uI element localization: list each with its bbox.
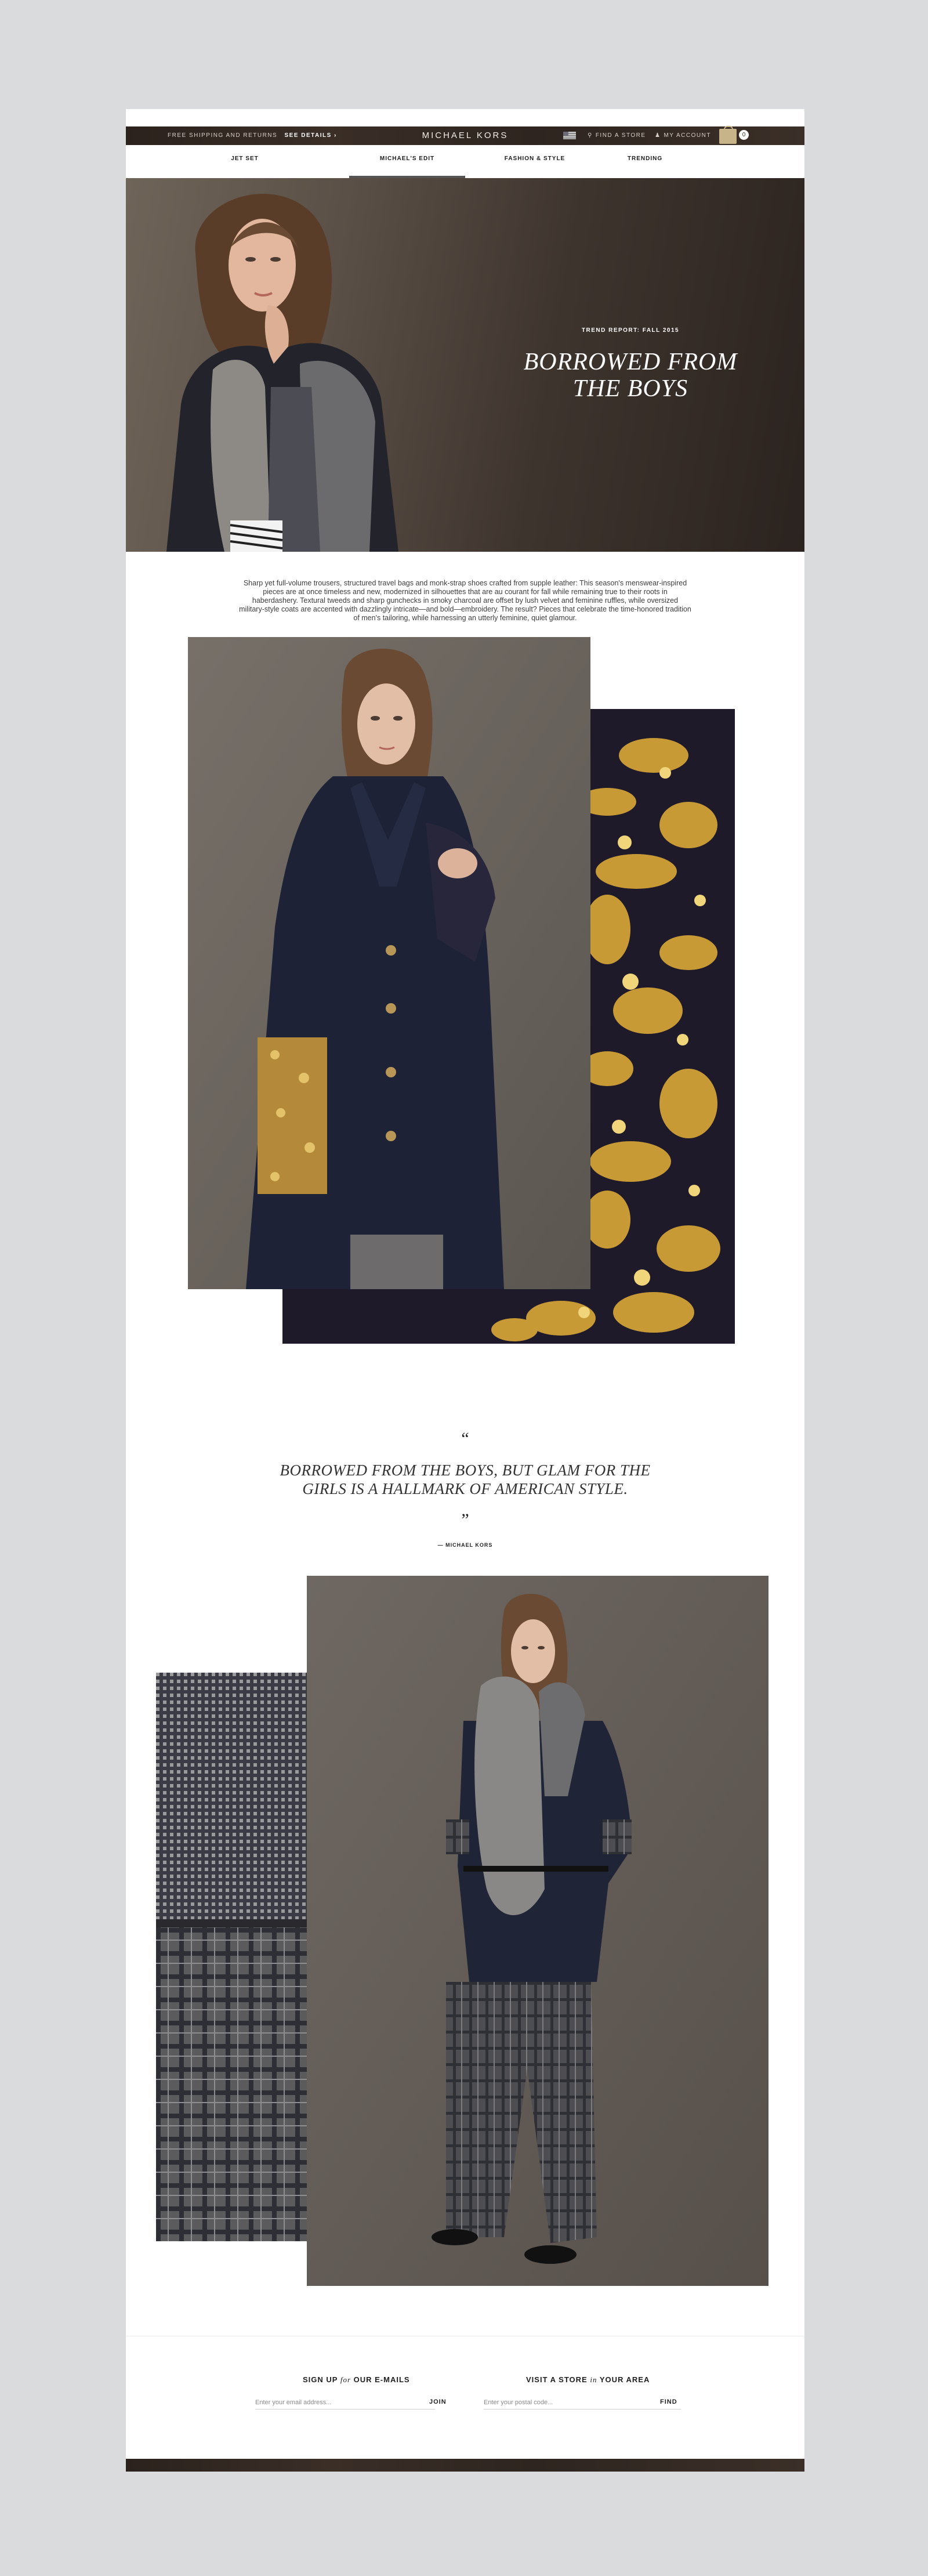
find-store-label: FIND A STORE	[595, 132, 646, 139]
plaid-suit-model-image	[307, 1576, 768, 2286]
signup-heading-part-1: SIGN UP	[303, 2375, 338, 2384]
tab-trending[interactable]: TRENDING	[601, 155, 688, 178]
pull-quote-line-1: BORROWED FROM THE BOYS, BUT GLAM FOR THE	[280, 1461, 651, 1479]
find-button[interactable]: FIND	[660, 2398, 677, 2405]
postal-code-field[interactable]	[484, 2396, 681, 2409]
signup-heading-part-2: OUR E-MAILS	[353, 2375, 410, 2384]
email-field-wrapper	[255, 2396, 435, 2409]
visit-store-heading-in: in	[590, 2375, 597, 2384]
find-store-link[interactable]: ⚲ FIND A STORE	[588, 132, 646, 139]
shopping-bag-icon[interactable]	[719, 126, 737, 144]
postal-field-wrapper	[484, 2396, 681, 2409]
hero-model-image	[166, 194, 398, 552]
quote-close-mark: ”	[461, 1510, 469, 1529]
military-coat-model-image	[188, 637, 590, 1289]
tab-fashion-style[interactable]: FASHION & STYLE	[488, 155, 581, 178]
my-account-link[interactable]: ♟ MY ACCOUNT	[655, 132, 711, 139]
location-pin-icon: ⚲	[588, 132, 593, 139]
footer-bar	[126, 2459, 804, 2472]
hero-title-line-2: THE BOYS	[572, 375, 688, 402]
join-button[interactable]: JOIN	[429, 2398, 447, 2405]
section-nav: JET SET MICHAEL'S EDIT FASHION & STYLE T…	[126, 145, 804, 179]
pull-quote: BORROWED FROM THE BOYS, BUT GLAM FOR THE…	[248, 1461, 683, 1498]
my-account-label: MY ACCOUNT	[664, 132, 711, 139]
visit-store-heading-part-2: YOUR AREA	[599, 2375, 650, 2384]
hero-title-line-1: BORROWED FROM	[523, 349, 738, 375]
tab-michaels-edit[interactable]: MICHAEL'S EDIT	[349, 155, 465, 178]
pull-quote-line-2: GIRLS IS A HALLMARK OF AMERICAN STYLE.	[302, 1480, 628, 1497]
quote-attribution: — MICHAEL KORS	[437, 1542, 493, 1548]
visit-store-heading: VISIT A STORE in YOUR AREA	[526, 2375, 650, 2385]
page: FREE SHIPPING AND RETURNS SEE DETAILS › …	[126, 109, 804, 2472]
quote-open-mark: “	[461, 1429, 469, 1448]
plaid-fabric-image	[156, 1673, 308, 2241]
intro-paragraph: Sharp yet full-volume trousers, structur…	[239, 579, 691, 622]
flag-icon[interactable]	[563, 132, 576, 139]
hero-banner: TREND REPORT: FALL 2015 BORROWED FROM TH…	[126, 178, 804, 552]
tab-jet-set[interactable]: JET SET	[210, 155, 280, 178]
top-bar: FREE SHIPPING AND RETURNS SEE DETAILS › …	[126, 126, 804, 145]
user-icon: ♟	[655, 132, 661, 139]
signup-heading-for: for	[340, 2375, 351, 2384]
hero-kicker: TREND REPORT: FALL 2015	[581, 327, 680, 334]
email-field[interactable]	[255, 2396, 435, 2409]
visit-store-heading-part-1: VISIT A STORE	[526, 2375, 588, 2384]
signup-heading: SIGN UP for OUR E-MAILS	[303, 2375, 410, 2385]
hero-title: BORROWED FROM THE BOYS	[514, 349, 746, 402]
bag-count-badge: 0	[739, 130, 749, 140]
